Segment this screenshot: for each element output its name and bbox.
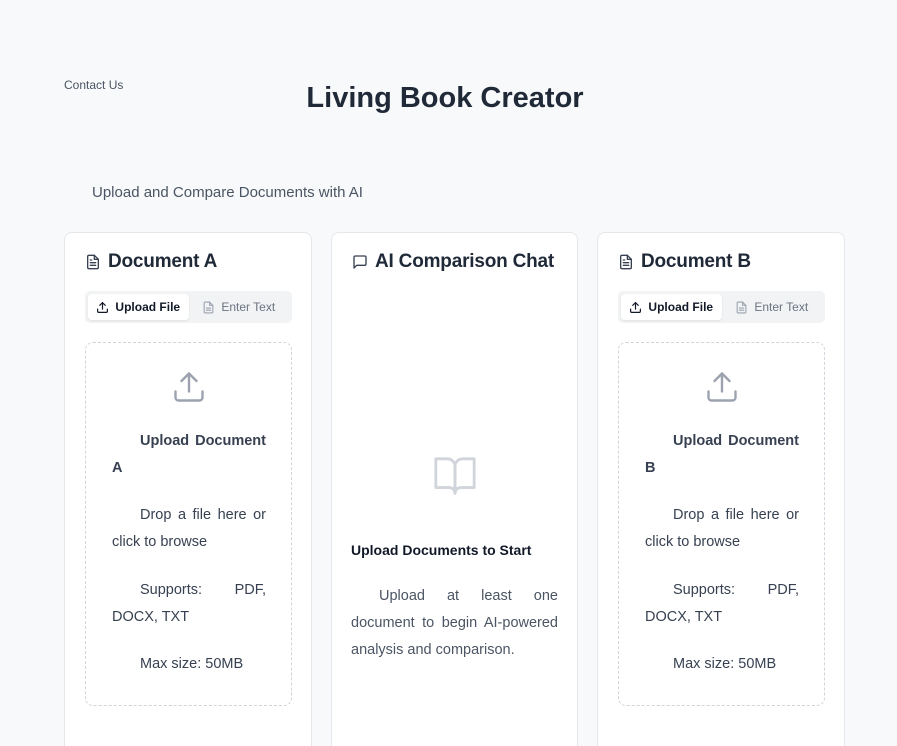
chat-empty-title: Upload Documents to Start xyxy=(351,542,532,558)
file-text-icon xyxy=(735,301,748,314)
document-b-dropzone[interactable]: Upload Document B Drop a file here or cl… xyxy=(618,342,825,706)
document-b-enter-text-label: Enter Text xyxy=(754,300,809,314)
document-a-supported-formats: Supports: PDF, DOCX, TXT xyxy=(112,582,266,625)
document-b-supported-formats: Supports: PDF, DOCX, TXT xyxy=(645,582,799,625)
document-a-mode-tabs: Upload File Enter Text xyxy=(85,291,292,323)
file-text-icon xyxy=(202,301,215,314)
chat-empty-description: Upload at least one document to begin AI… xyxy=(351,588,558,658)
document-a-dropzone-title: Upload Document A xyxy=(112,433,266,476)
document-b-header: Document B xyxy=(618,251,751,273)
document-b-dropzone-title: Upload Document B xyxy=(645,433,799,476)
document-b-panel: Document B Upload File Enter Text Upload… xyxy=(597,232,845,746)
document-b-dropzone-description: Drop a file here or click to browse xyxy=(645,507,799,550)
document-b-enter-text-tab[interactable]: Enter Text xyxy=(722,294,823,320)
ai-chat-header: AI Comparison Chat xyxy=(352,251,554,273)
document-b-title: Document B xyxy=(641,251,751,272)
ai-chat-title: AI Comparison Chat xyxy=(375,251,555,272)
document-a-dropzone-description: Drop a file here or click to browse xyxy=(112,507,266,550)
upload-icon xyxy=(629,301,642,314)
document-b-upload-file-tab[interactable]: Upload File xyxy=(621,294,722,320)
file-text-icon xyxy=(618,254,634,270)
document-a-enter-text-label: Enter Text xyxy=(221,300,276,314)
upload-icon xyxy=(704,369,740,405)
document-a-upload-file-label: Upload File xyxy=(115,300,181,314)
document-a-dropzone[interactable]: Upload Document A Drop a file here or cl… xyxy=(85,342,292,706)
document-a-max-size: Max size: 50MB xyxy=(140,656,244,672)
document-a-panel: Document A Upload File Enter Text Upload… xyxy=(64,232,312,746)
app-page: Contact Us Living Book Creator Upload an… xyxy=(0,0,897,746)
document-a-title: Document A xyxy=(108,251,218,272)
page-subtitle: Upload and Compare Documents with AI xyxy=(92,184,363,201)
upload-icon xyxy=(171,369,207,405)
page-title: Living Book Creator xyxy=(306,82,584,114)
document-b-upload-file-label: Upload File xyxy=(648,300,714,314)
document-a-header: Document A xyxy=(85,251,217,273)
document-a-enter-text-tab[interactable]: Enter Text xyxy=(189,294,290,320)
document-a-upload-file-tab[interactable]: Upload File xyxy=(88,294,189,320)
file-text-icon xyxy=(85,254,101,270)
message-square-icon xyxy=(352,254,368,270)
document-b-max-size: Max size: 50MB xyxy=(673,656,777,672)
ai-chat-panel: AI Comparison Chat Upload Documents to S… xyxy=(331,232,578,746)
document-b-mode-tabs: Upload File Enter Text xyxy=(618,291,825,323)
book-open-icon xyxy=(430,453,480,499)
upload-icon xyxy=(96,301,109,314)
